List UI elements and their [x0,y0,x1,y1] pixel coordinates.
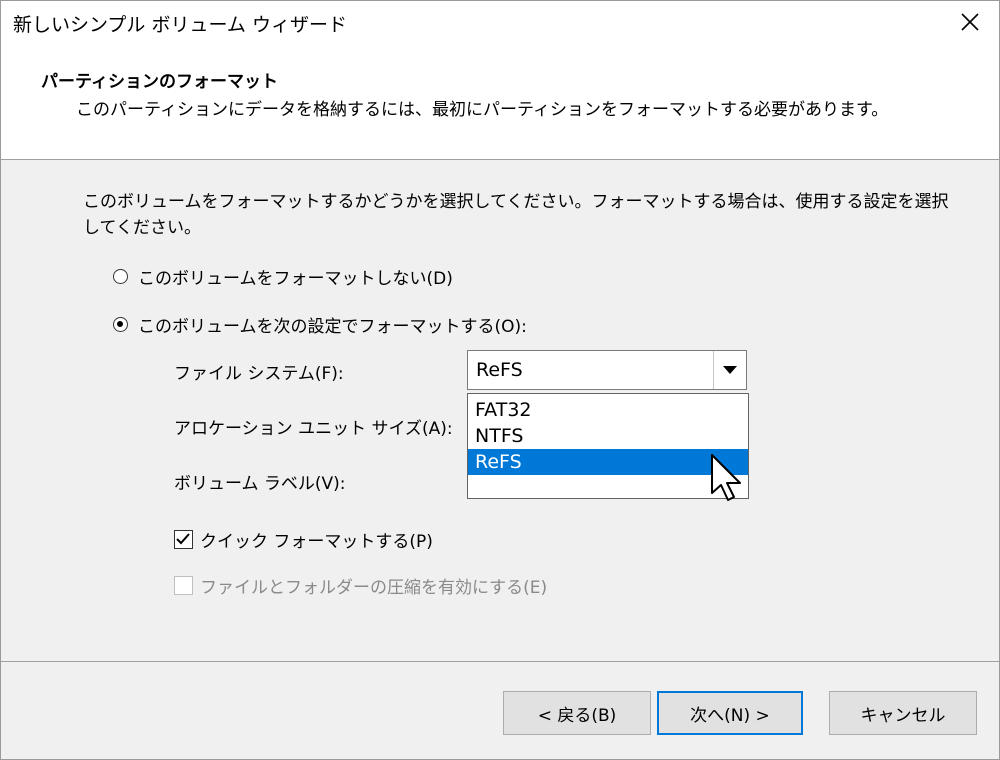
close-button[interactable] [943,1,999,45]
dropdown-button[interactable] [713,351,746,389]
description-text: このボリュームをフォーマットするかどうかを選択してください。フォーマットする場合… [83,192,949,238]
radio-no-format[interactable]: このボリュームをフォーマットしない(D) [113,263,453,289]
chevron-down-icon [723,366,737,374]
next-button[interactable]: 次へ(N) > [657,691,803,735]
quick-format-label: クイック フォーマットする(P) [200,531,433,552]
mouse-pointer-icon [711,454,741,501]
back-button[interactable]: < 戻る(B) [503,691,651,735]
footer-divider [1,661,999,662]
allocation-unit-label: アロケーション ユニット サイズ(A): [174,419,453,439]
wizard-window: 新しいシンプル ボリューム ウィザード パーティションのフォーマット このパーテ… [0,0,1000,760]
file-system-value: ReFS [476,359,523,381]
radio-format-circle[interactable] [113,316,128,332]
wizard-header: パーティションのフォーマット このパーティションにデータを格納するには、最初にパ… [1,45,999,160]
volume-label-label: ボリューム ラベル(V): [174,474,346,494]
page-title: パーティションのフォーマット [41,72,278,92]
page-subtitle: このパーティションにデータを格納するには、最初にパーティションをフォーマットする… [76,100,889,120]
file-system-label: ファイル システム(F): [174,364,344,384]
compression-checkbox-row: ファイルとフォルダーの圧縮を有効にする(E) [174,573,548,598]
quick-format-checkbox[interactable] [174,529,193,549]
cancel-button[interactable]: キャンセル [829,691,977,735]
radio-format[interactable]: このボリュームを次の設定でフォーマットする(O): [113,311,527,337]
option-ntfs[interactable]: NTFS [468,423,748,449]
option-fat32[interactable]: FAT32 [468,397,748,423]
radio-format-label: このボリュームを次の設定でフォーマットする(O): [138,316,527,337]
file-system-dropdown-list: FAT32 NTFS ReFS [467,393,749,499]
checkmark-icon [176,532,190,544]
close-icon [961,13,979,31]
radio-no-format-circle[interactable] [113,268,128,284]
window-title: 新しいシンプル ボリューム ウィザード [13,14,347,36]
option-refs[interactable]: ReFS [468,449,748,475]
title-bar: 新しいシンプル ボリューム ウィザード [1,1,999,45]
quick-format-checkbox-row[interactable]: クイック フォーマットする(P) [174,527,433,552]
compression-label: ファイルとフォルダーの圧縮を有効にする(E) [200,577,548,598]
compression-checkbox [174,575,193,595]
file-system-combobox[interactable]: ReFS [467,350,747,390]
radio-no-format-label: このボリュームをフォーマットしない(D) [138,268,453,289]
